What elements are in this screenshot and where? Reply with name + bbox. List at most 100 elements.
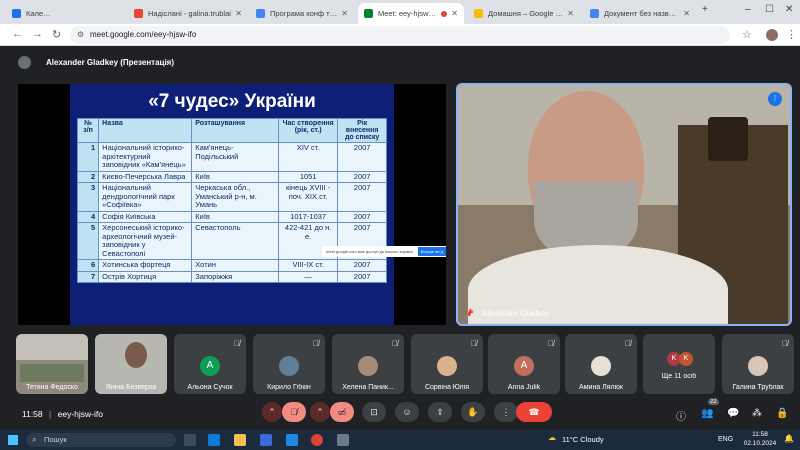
students-video	[20, 364, 84, 382]
activities-button[interactable]: ⁂	[752, 408, 762, 419]
emoji-button[interactable]: ☺	[395, 402, 419, 422]
tab-1[interactable]: Надіслані - galina.trublai ✕	[128, 3, 248, 24]
pin-icon[interactable]: 📌	[464, 309, 474, 318]
store-icon[interactable]	[260, 434, 272, 446]
participant-avatar: A	[514, 356, 534, 376]
participant-name: Сорвіна Юлія	[424, 384, 469, 391]
participant-tile[interactable]: Яніна Безверха	[95, 334, 167, 394]
more-participants-tile[interactable]: K K Ще 11 осіб	[643, 334, 715, 394]
info-button[interactable]: ⓘ	[676, 408, 686, 423]
close-tab-icon[interactable]: ✕	[567, 9, 574, 18]
settings-icon[interactable]	[337, 434, 349, 446]
tab-label: Meet: eey-hjsw-ifo	[378, 9, 439, 18]
row-time: VIII-IX ст.	[278, 259, 339, 272]
present-button[interactable]: ⇪	[428, 402, 452, 422]
taskbar-search[interactable]: ⌕ Пошук	[26, 433, 176, 447]
raise-hand-button[interactable]: ✋	[461, 402, 485, 422]
close-tab-icon[interactable]: ✕	[341, 9, 348, 18]
maximize-icon[interactable]: ☐	[765, 4, 774, 15]
chrome-icon[interactable]	[311, 434, 323, 446]
reload-icon[interactable]: ↻	[52, 28, 61, 41]
minimize-icon[interactable]: –	[745, 4, 751, 15]
camera-toggle-button[interactable]: ▭̸	[330, 402, 354, 422]
captions-button[interactable]: ⊡	[362, 402, 386, 422]
header-time: Час створення (рік, ст.)	[278, 118, 339, 143]
row-name: Херсонеський історико-археологічний музе…	[98, 222, 193, 260]
chat-button[interactable]: 💬	[727, 408, 739, 419]
header-location: Розташування	[191, 118, 280, 143]
speaker-video-tile[interactable]: ⁞ 📌 Alexander Gladkey	[456, 83, 792, 326]
row-name: Києво-Печерська Лавра	[98, 170, 193, 183]
mic-toggle-button[interactable]: 🎙̸	[282, 402, 306, 422]
task-view-icon[interactable]	[184, 434, 196, 446]
meeting-code: eey-hjsw-ifo	[57, 409, 103, 419]
site-info-icon[interactable]: ⚙	[77, 26, 84, 44]
profile-avatar[interactable]	[766, 29, 778, 41]
dismiss-button[interactable]: Більше не д	[417, 247, 446, 256]
table-row: 2 Києво-Печерська Лавра Київ 1051 2007	[76, 170, 387, 183]
tab-2[interactable]: Програма конф туризм Л ✕	[250, 3, 354, 24]
participant-video	[125, 342, 147, 368]
row-year: 2007	[337, 182, 387, 212]
close-tab-icon[interactable]: ✕	[235, 9, 242, 18]
presenter-avatar	[18, 56, 31, 69]
forward-icon[interactable]: →	[32, 28, 43, 40]
more-options-button[interactable]: ⋮	[494, 402, 518, 422]
participant-avatar	[358, 356, 378, 376]
header-name: Назва	[98, 118, 193, 143]
weather-text[interactable]: 11°C Cloudy	[562, 435, 604, 444]
row-number: 1	[76, 142, 100, 172]
taskbar-clock-time[interactable]: 11:58	[746, 431, 774, 438]
language-indicator[interactable]: ENG	[718, 436, 733, 443]
row-year: 2007	[337, 270, 387, 283]
calendar-icon	[12, 9, 21, 18]
row-year: 2007	[337, 210, 387, 223]
participant-tile[interactable]: 🎙̸ Сорвіна Юлія	[411, 334, 483, 394]
gmail-icon	[134, 9, 143, 18]
menu-icon[interactable]: ⋮	[786, 28, 797, 41]
new-tab-icon[interactable]: +	[702, 4, 708, 15]
row-year: 2007	[337, 259, 387, 272]
windows-start-icon[interactable]	[8, 435, 18, 445]
participant-tile[interactable]: 🎙̸ Хелена Паник...	[332, 334, 404, 394]
edge-icon[interactable]	[208, 434, 220, 446]
participant-tile[interactable]: 🎙̸ Амина Лялюк	[565, 334, 637, 394]
tab-4[interactable]: Домашня – Google Диск ✕	[468, 3, 580, 24]
tab-5[interactable]: Документ без назви - Go ✕	[584, 3, 696, 24]
tab-3[interactable]: Meet: eey-hjsw-ifo ✕	[358, 3, 464, 24]
mic-off-icon: 🎙̸	[625, 339, 631, 348]
host-controls-button[interactable]: 🔒	[776, 408, 788, 419]
back-icon[interactable]: ←	[12, 28, 23, 40]
table-row: 7 Острів Хортиця Запоріжжя —2007	[76, 270, 387, 283]
close-tab-icon[interactable]: ✕	[451, 9, 458, 18]
clock	[708, 117, 748, 161]
row-time: 1051	[278, 170, 339, 183]
mic-options-button[interactable]: ⌃	[262, 402, 282, 422]
drive-icon	[474, 9, 483, 18]
row-time: —	[278, 270, 339, 283]
row-name: Софія Київська	[98, 210, 193, 223]
address-bar[interactable]: ⚙ meet.google.com/eey-hjsw-ifo	[70, 26, 730, 44]
participant-tile[interactable]: 🎙̸ A Альона Сучок	[174, 334, 246, 394]
camera-options-button[interactable]: ⌃	[310, 402, 330, 422]
mail-icon[interactable]	[286, 434, 298, 446]
row-location: Київ	[191, 170, 280, 183]
bookmark-star-icon[interactable]: ☆	[742, 28, 752, 41]
file-explorer-icon[interactable]	[234, 434, 246, 446]
participant-tile[interactable]: 🎙̸ Галина Трублак	[722, 334, 794, 394]
notification-icon[interactable]: 🔔	[784, 434, 794, 443]
close-tab-icon[interactable]: ✕	[683, 9, 690, 18]
close-window-icon[interactable]: ✕	[785, 4, 793, 15]
participant-avatar	[279, 356, 299, 376]
taskbar-clock-date[interactable]: 02.10.2024	[740, 440, 780, 447]
row-year: 2007	[337, 170, 387, 183]
people-button[interactable]: 👥	[701, 408, 713, 419]
browser-tab-strip: Календар Google - верес Надіслані - gali…	[0, 0, 800, 24]
tab-0[interactable]: Календар Google - верес	[6, 3, 60, 24]
table-row: 4 Софія Київська Київ 1017-1037 2007	[76, 210, 387, 223]
tab-label: Домашня – Google Диск	[488, 9, 563, 18]
participant-tile[interactable]: 🎙̸ Кирило Гібкін	[253, 334, 325, 394]
participant-tile[interactable]: 🎙̸ A Anna Julik	[488, 334, 560, 394]
participant-tile[interactable]: Тетяна Федоско	[16, 334, 88, 394]
leave-call-button[interactable]: ☎	[516, 402, 552, 422]
